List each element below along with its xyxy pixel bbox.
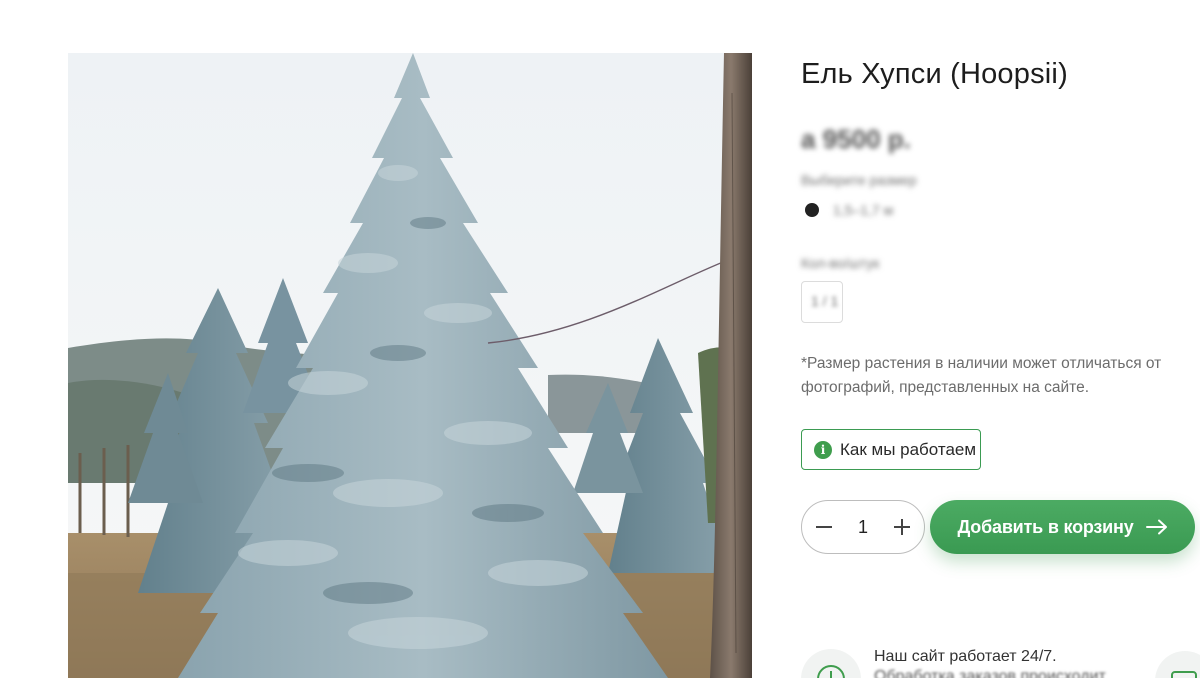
- product-info: Ель Хупси (Hoopsii) а 9500 р. Выберите р…: [801, 0, 1200, 678]
- add-to-cart-button[interactable]: Добавить в корзину: [930, 500, 1195, 554]
- camera-icon: [1155, 651, 1200, 678]
- plus-icon[interactable]: [892, 517, 912, 537]
- spruce-tree-photo: [68, 53, 752, 678]
- add-to-cart-label: Добавить в корзину: [957, 516, 1134, 537]
- minus-icon[interactable]: [814, 517, 834, 537]
- pack-option[interactable]: 1 / 1: [801, 281, 843, 323]
- info-icon: i: [814, 440, 832, 459]
- service-line-1: Наш сайт работает 24/7.: [874, 648, 1057, 665]
- product-title: Ель Хупси (Hoopsii): [801, 58, 1068, 90]
- service-info: Наш сайт работает 24/7. Обработка заказо…: [801, 645, 1200, 678]
- product-image[interactable]: [68, 53, 752, 678]
- pack-option-value: 1 / 1: [811, 293, 839, 309]
- service-line-2: Обработка заказов происходит: [874, 668, 1106, 678]
- size-disclaimer: *Размер растения в наличии может отличат…: [801, 355, 1162, 396]
- how-we-work-label: Как мы работаем: [840, 439, 977, 459]
- size-option[interactable]: 1,5–1,7 м: [805, 202, 893, 218]
- size-label: Выберите размер: [801, 172, 917, 188]
- size-option-label: 1,5–1,7 м: [833, 202, 894, 218]
- quantity-value[interactable]: 1: [843, 517, 883, 538]
- product-price: а 9500 р.: [801, 124, 911, 154]
- pack-label: Кол-во/штук: [801, 255, 880, 271]
- how-we-work-button[interactable]: i Как мы работаем: [801, 429, 981, 470]
- service-text: Наш сайт работает 24/7. Обработка заказо…: [874, 647, 1106, 678]
- quantity-stepper: 1: [801, 500, 925, 554]
- arrow-right-icon: [1145, 519, 1167, 535]
- radio-selected-icon[interactable]: [805, 203, 819, 217]
- clock-icon: [801, 649, 861, 678]
